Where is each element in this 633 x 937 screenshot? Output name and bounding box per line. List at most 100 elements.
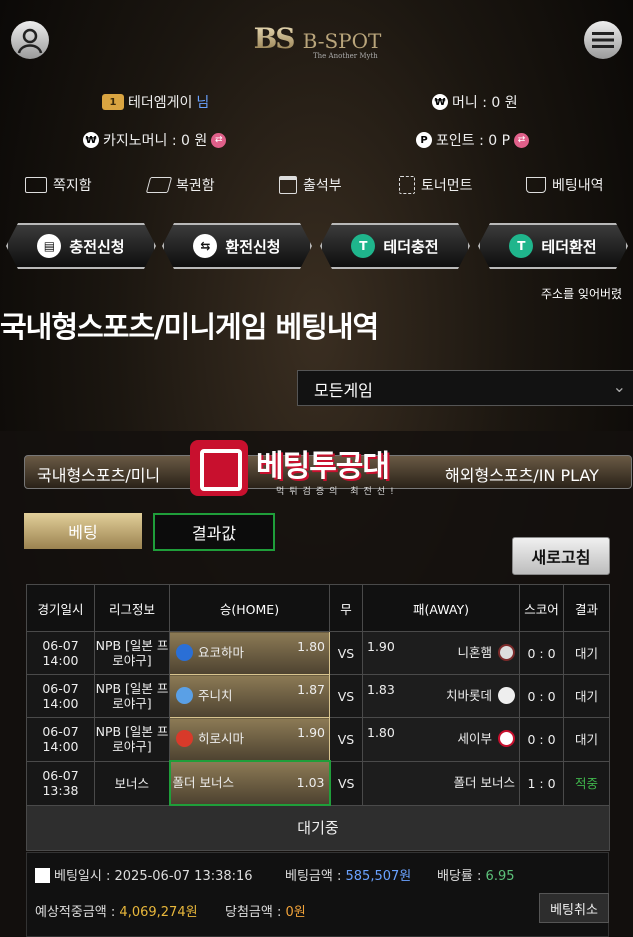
status-row: 대기중 xyxy=(26,804,610,851)
home-odds: 1.03 xyxy=(296,775,325,790)
home-odds: 1.90 xyxy=(297,725,325,740)
away-selection[interactable]: 폴더 보너스 xyxy=(362,760,520,806)
table-row: 06-07 13:38 보너스 폴더 보너스 1.03 VS 폴더 보너스 1 :… xyxy=(26,760,610,806)
match-datetime: 06-07 14:00 xyxy=(26,674,95,718)
score-cell: 0 : 0 xyxy=(519,674,564,718)
col-header: 스코어 xyxy=(519,584,564,632)
nav-bet-history[interactable]: 베팅내역 xyxy=(526,175,604,195)
watermark-logo-icon xyxy=(190,440,248,496)
nav-messages[interactable]: 쪽지함 xyxy=(25,175,92,195)
point-coin-icon: P xyxy=(416,132,432,148)
home-selection[interactable]: 폴더 보너스 1.03 xyxy=(168,760,331,806)
logo-tagline: The Another Myth xyxy=(313,52,378,60)
team-logo-icon xyxy=(498,730,515,747)
deposit-request-button[interactable]: ▤ 충전신청 xyxy=(6,223,156,269)
home-odds: 1.80 xyxy=(297,639,325,654)
expected-label: 예상적중금액 : xyxy=(35,905,116,920)
team-logo-icon xyxy=(176,730,193,747)
home-team: 주니치 xyxy=(198,688,233,703)
away-selection[interactable]: 1.83 치바롯데 xyxy=(362,674,520,718)
logo-mark: BS xyxy=(253,22,296,55)
away-selection[interactable]: 1.80 세이부 xyxy=(362,717,520,762)
match-date: 06-07 xyxy=(42,768,79,783)
lottery-ticket-icon xyxy=(145,177,173,193)
cart-icon xyxy=(526,177,546,193)
watermark-title: 베팅투공대 xyxy=(256,449,390,484)
user-suffix: 님 xyxy=(196,95,210,111)
away-team: 폴더 보너스 xyxy=(453,774,515,790)
nav-lottery[interactable]: 복권함 xyxy=(145,175,215,195)
match-date: 06-07 xyxy=(42,638,79,653)
nav-tournament[interactable]: 토너먼트 xyxy=(399,175,473,195)
site-logo[interactable]: BS B-SPOT The Another Myth xyxy=(235,22,400,64)
won-coin-icon: ₩ xyxy=(432,94,448,110)
withdraw-request-button[interactable]: ⇆ 환전신청 xyxy=(162,223,312,269)
bet-amount-row: 베팅금액 : 585,507원 xyxy=(285,865,411,884)
table-row: 06-07 14:00 NPB [일본 프로야구] 요코하마 1.80 VS 1.… xyxy=(26,631,610,675)
expected-value: 4,069,274원 xyxy=(119,905,198,920)
match-date: 06-07 xyxy=(42,724,79,740)
score-cell: 0 : 0 xyxy=(519,717,564,762)
tether-deposit-button[interactable]: T 테더충전 xyxy=(320,223,470,269)
exchange-icon: ⇆ xyxy=(193,234,217,258)
button-label: 테더환전 xyxy=(541,237,597,256)
refresh-button[interactable]: 새로고침 xyxy=(512,537,610,575)
col-header: 무 xyxy=(329,584,363,632)
nav-label: 쪽지함 xyxy=(53,178,92,194)
home-selection[interactable]: 요코하마 1.80 xyxy=(169,631,330,675)
away-team: 세이부 xyxy=(457,731,492,746)
bet-tab-button[interactable]: 베팅 xyxy=(24,513,142,549)
team-logo-icon xyxy=(176,687,193,704)
match-time: 13:38 xyxy=(42,783,79,798)
convert-icon[interactable]: ⇄ xyxy=(514,132,530,148)
nav-label: 베팅내역 xyxy=(552,178,604,194)
game-filter-value: 모든게임 xyxy=(314,381,373,400)
bet-time-row: 베팅일시 : 2025-06-07 13:38:16 xyxy=(35,865,253,884)
select-checkbox[interactable] xyxy=(35,868,50,883)
away-team: 치바롯데 xyxy=(445,688,492,703)
menu-button[interactable] xyxy=(584,21,622,59)
point-label: 포인트 : 0 P xyxy=(436,133,511,149)
col-header: 경기일시 xyxy=(26,584,95,632)
league-info: 보너스 xyxy=(94,760,170,806)
nav-label: 출석부 xyxy=(303,178,342,194)
result-cell: 대기 xyxy=(563,631,610,675)
marquee-notice: 주소를 잊어버렸 xyxy=(541,287,623,301)
away-team: 니혼햄 xyxy=(457,645,492,660)
convert-icon[interactable]: ⇄ xyxy=(211,132,227,148)
bet-summary: 베팅일시 : 2025-06-07 13:38:16 베팅금액 : 585,50… xyxy=(26,852,609,937)
user-icon xyxy=(17,28,43,54)
result-tab-button[interactable]: 결과값 xyxy=(153,513,275,551)
home-selection[interactable]: 히로시마 1.90 xyxy=(169,717,330,762)
game-filter-select[interactable]: 모든게임 ⌄ xyxy=(297,370,633,406)
away-odds: 1.90 xyxy=(367,639,395,654)
bet-amount-value: 585,507원 xyxy=(345,869,412,884)
win-row: 당첨금액 : 0원 xyxy=(225,901,306,920)
tab-domestic[interactable]: 국내형스포츠/미니 xyxy=(37,462,160,486)
nav-attendance[interactable]: 출석부 xyxy=(279,175,342,195)
nav-label: 복권함 xyxy=(176,178,215,194)
away-odds: 1.80 xyxy=(367,725,395,740)
bet-amount-label: 베팅금액 : xyxy=(285,869,342,884)
col-header: 리그정보 xyxy=(94,584,170,632)
match-time: 14:00 xyxy=(42,653,79,668)
home-selection[interactable]: 주니치 1.87 xyxy=(169,674,330,718)
odds-row: 배당률 : 6.95 xyxy=(437,865,515,884)
cancel-bet-button[interactable]: 베팅취소 xyxy=(539,893,609,923)
profile-button[interactable] xyxy=(11,21,49,59)
bet-time-value: 2025-06-07 13:38:16 xyxy=(114,869,253,884)
draw-cell: VS xyxy=(329,717,363,762)
match-time: 14:00 xyxy=(42,696,79,711)
calendar-icon xyxy=(279,176,297,194)
tether-withdraw-button[interactable]: T 테더환전 xyxy=(478,223,628,269)
league-info: NPB [일본 프로야구] xyxy=(94,631,170,675)
watermark-subtitle: 먹튀검증의 최전선! xyxy=(276,487,399,497)
won-coin-icon: ₩ xyxy=(83,132,99,148)
hamburger-icon xyxy=(592,32,614,48)
deposit-icon: ▤ xyxy=(37,234,61,258)
away-selection[interactable]: 1.90 니혼햄 xyxy=(362,631,520,675)
match-datetime: 06-07 14:00 xyxy=(26,717,95,762)
tab-overseas[interactable]: 해외형스포츠/IN PLAY xyxy=(445,462,599,486)
home-team: 히로시마 xyxy=(198,731,245,746)
result-cell: 적중 xyxy=(563,760,610,806)
